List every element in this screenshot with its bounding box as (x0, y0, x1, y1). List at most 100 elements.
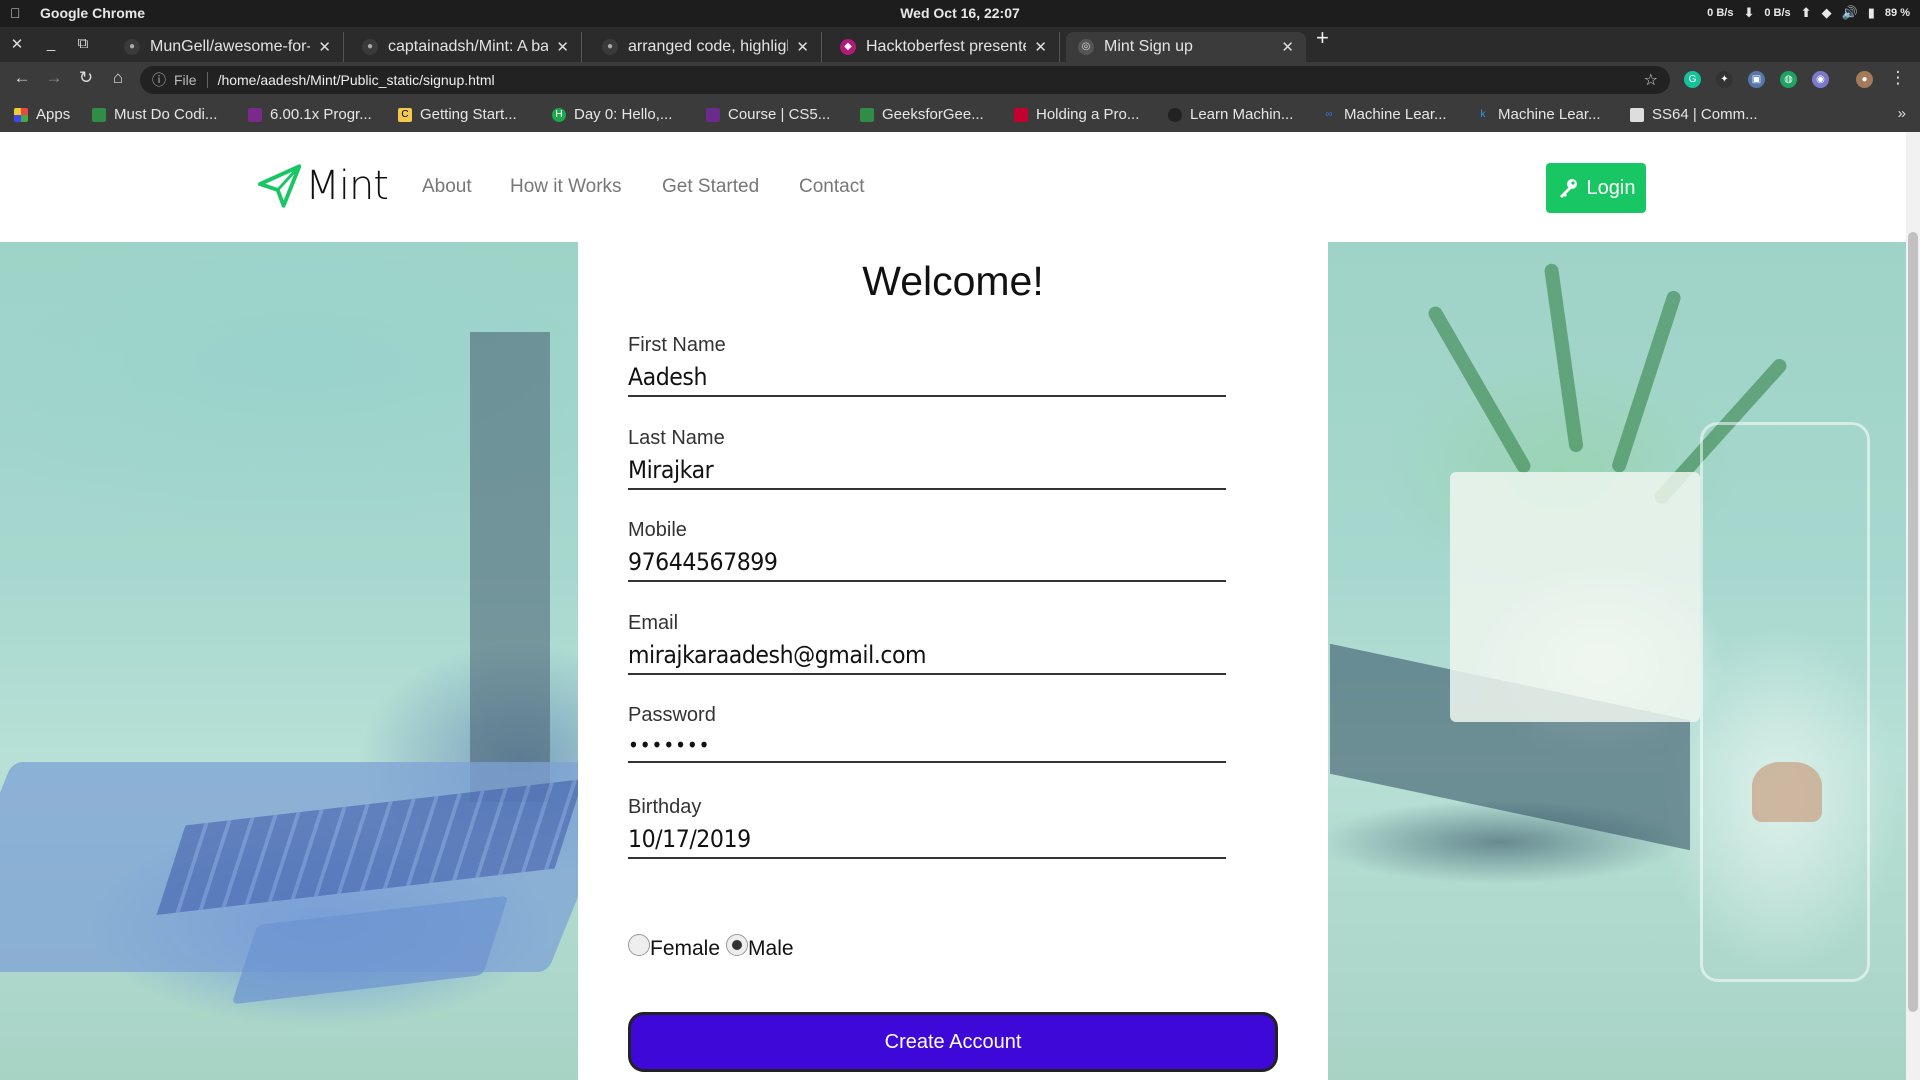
last-name-field[interactable]: Mirajkar (628, 456, 1226, 490)
bookmark-item[interactable]: Must Do Codi... (92, 106, 217, 123)
nav-link-about[interactable]: About (422, 176, 472, 198)
gender-male-label[interactable]: Male (748, 937, 794, 961)
tab-mint-signup[interactable]: ◎ Mint Sign up ✕ (1066, 32, 1306, 62)
course-icon (706, 107, 720, 122)
tab-close-icon[interactable]: ✕ (796, 38, 809, 56)
password-group: Password ••••••• (628, 704, 1278, 763)
mint-logo[interactable]: Mint (258, 158, 389, 214)
bookmark-apps[interactable]: Apps (14, 106, 70, 123)
extension-icon[interactable]: ▣ (1748, 71, 1765, 88)
back-arrow-icon[interactable]: ← (10, 68, 34, 88)
upload-arrow-icon: ⬆ (1800, 5, 1812, 20)
apps-grid-icon (14, 107, 28, 122)
tab-awesome-for-beginners[interactable]: ● MunGell/awesome-for-b ✕ (112, 32, 344, 62)
laptop-screen-shape (470, 332, 550, 802)
tab-title: arranged code, highlight (628, 38, 789, 55)
address-bar[interactable]: ⓘ File /home/aadesh/Mint/Public_static/s… (140, 66, 1670, 94)
gfg-icon (860, 107, 874, 122)
login-button[interactable]: Login (1546, 163, 1646, 213)
mobile-field[interactable]: 97644567899 (628, 548, 1226, 582)
scrollbar-thumb[interactable] (1908, 232, 1918, 1012)
hackerrank-icon: H (552, 107, 566, 122)
tab-title: Hacktoberfest presente (866, 38, 1027, 55)
tab-mint-repo[interactable]: ● captainadsh/Mint: A bar ✕ (350, 32, 582, 62)
plant-leaf-shape (1610, 289, 1683, 475)
grammarly-icon[interactable]: G (1684, 71, 1701, 88)
wifi-icon[interactable]: ◆ (1822, 5, 1832, 21)
tab-close-icon[interactable]: ✕ (556, 38, 569, 56)
volume-icon[interactable]: 🔊 (1842, 5, 1858, 21)
extension-icon[interactable]: ◉ (1812, 71, 1829, 88)
bookmark-label: Must Do Codi... (114, 106, 218, 123)
bookmark-item[interactable]: Learn Machin... (1168, 106, 1293, 123)
gender-male-radio[interactable] (726, 934, 749, 956)
birthday-label: Birthday (628, 796, 702, 818)
bookmark-item[interactable]: ∞ Machine Lear... (1322, 106, 1447, 123)
tab-close-icon[interactable]: ✕ (1281, 38, 1294, 56)
tab-close-icon[interactable]: ✕ (1034, 38, 1047, 56)
gfg-icon (92, 107, 106, 122)
plant-pot-shape (1450, 472, 1700, 722)
window-minimize-icon[interactable]: _ (40, 35, 62, 52)
clock[interactable]: Wed Oct 16, 22:07 (0, 5, 1920, 21)
bookmark-item[interactable]: k Machine Lear... (1476, 106, 1601, 123)
bookmarks-bar: Apps Must Do Codi... 6.00.1x Progr... C … (0, 98, 1920, 132)
bookmark-label: Machine Lear... (1344, 106, 1447, 123)
mobile-group: Mobile 97644567899 (628, 519, 1278, 582)
tab-hacktoberfest[interactable]: ◆ Hacktoberfest presente ✕ (828, 32, 1060, 62)
battery-percent[interactable]: 89 % (1885, 7, 1910, 19)
chrome-menu-icon[interactable]: ⋮ (1886, 68, 1910, 88)
page-scrollbar[interactable] (1906, 132, 1920, 1080)
reload-icon[interactable]: ↻ (74, 68, 98, 88)
plant-leaf-shape (1425, 303, 1534, 476)
url-scheme: File (174, 72, 208, 88)
birthday-group: Birthday 10/17/2019 (628, 796, 1278, 859)
gender-female-label[interactable]: Female (650, 937, 720, 961)
password-label: Password (628, 704, 716, 726)
paper-plane-icon (258, 164, 302, 208)
bookmark-item[interactable]: Holding a Pro... (1014, 106, 1139, 123)
email-field[interactable]: mirajkaraadesh@gmail.com (628, 641, 1226, 675)
bookmark-item[interactable]: H Day 0: Hello,... (552, 106, 672, 123)
plant-leaf-shape (1543, 262, 1584, 453)
nav-link-get-started[interactable]: Get Started (662, 176, 759, 198)
tab-close-icon[interactable]: ✕ (318, 38, 331, 56)
tab-arranged-code[interactable]: ● arranged code, highlight ✕ (590, 32, 822, 62)
coursera-icon: ∞ (1325, 108, 1333, 120)
home-icon[interactable]: ⌂ (106, 68, 130, 88)
form-heading: Welcome! (862, 258, 1044, 304)
window-restore-icon[interactable]: ⧉ (72, 35, 94, 52)
extension-icon[interactable]: ✦ (1716, 71, 1733, 88)
info-icon[interactable]: ⓘ (152, 70, 166, 90)
bookmark-label: Machine Lear... (1498, 106, 1601, 123)
cc-icon: C (398, 107, 412, 122)
bookmark-item[interactable]: C Getting Start... (398, 106, 517, 123)
first-name-field[interactable]: Aadesh (628, 363, 1226, 397)
create-account-button[interactable]: Create Account (628, 1012, 1278, 1072)
tab-title: captainadsh/Mint: A bar (388, 38, 549, 55)
bookmark-star-icon[interactable]: ☆ (1644, 70, 1658, 90)
profile-avatar[interactable]: ● (1856, 71, 1873, 88)
active-app-name[interactable]: Google Chrome (40, 5, 145, 21)
bookmarks-overflow-icon[interactable]: » (1898, 105, 1906, 122)
new-tab-icon[interactable]: + (1316, 25, 1329, 51)
window-close-icon[interactable]: ✕ (6, 35, 28, 53)
apple-menu-icon[interactable]:  (10, 5, 21, 21)
edx-icon (248, 107, 262, 122)
bookmark-label: 6.00.1x Progr... (270, 106, 372, 123)
bookmark-item[interactable]: 6.00.1x Progr... (248, 106, 372, 123)
github-icon: ● (124, 39, 140, 55)
password-field[interactable]: ••••••• (628, 733, 1226, 763)
birthday-field[interactable]: 10/17/2019 (628, 825, 1226, 859)
bookmark-item[interactable]: Course | CS5... (706, 106, 830, 123)
battery-icon[interactable]: ▮ (1868, 5, 1875, 21)
forward-arrow-icon[interactable]: → (42, 68, 66, 88)
gender-female-radio[interactable] (628, 934, 650, 956)
bookmark-label: Day 0: Hello,... (574, 106, 673, 123)
url-text[interactable]: /home/aadesh/Mint/Public_static/signup.h… (218, 72, 495, 88)
extension-icon[interactable]: ◍ (1780, 71, 1797, 88)
bookmark-item[interactable]: SS64 | Comm... (1630, 106, 1758, 123)
nav-link-contact[interactable]: Contact (799, 176, 864, 198)
nav-link-how-it-works[interactable]: How it Works (510, 176, 622, 198)
bookmark-item[interactable]: GeeksforGee... (860, 106, 984, 123)
